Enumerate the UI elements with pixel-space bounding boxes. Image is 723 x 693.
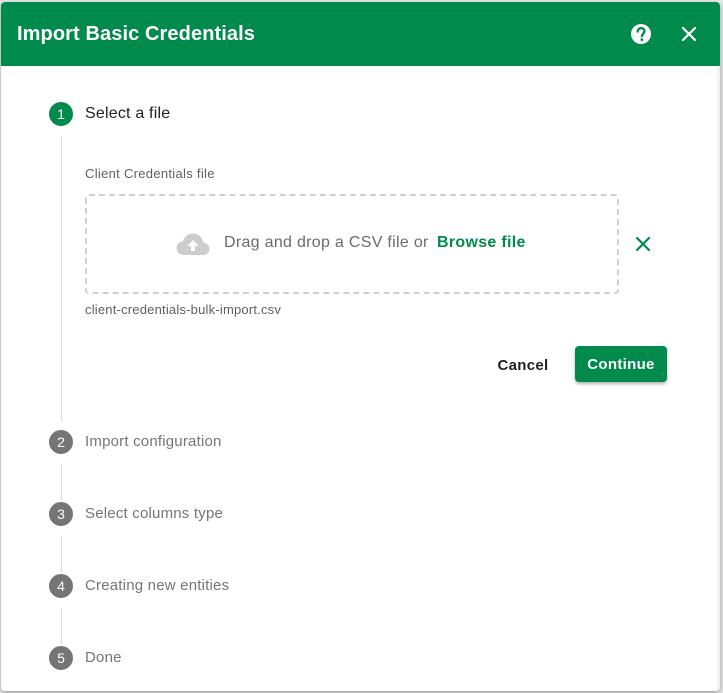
help-circle-icon (631, 24, 651, 44)
step-2-label[interactable]: Import configuration (85, 432, 222, 452)
import-dialog: Import Basic Credentials 1 Select a file… (1, 2, 720, 691)
step-3-number: 3 (49, 502, 73, 526)
dialog-header: Import Basic Credentials (1, 2, 720, 66)
dropzone-text: Drag and drop a CSV file or (224, 234, 429, 251)
dialog-title: Import Basic Credentials (17, 23, 256, 45)
help-button[interactable] (627, 20, 655, 48)
step-5-number: 5 (49, 646, 73, 670)
cloud-upload-icon (176, 233, 210, 255)
clear-icon (635, 236, 651, 252)
step-1-number: 1 (49, 102, 73, 126)
cancel-button[interactable]: Cancel (483, 347, 563, 383)
file-dropzone[interactable]: Drag and drop a CSV file or Browse file (85, 194, 619, 294)
step-4-label[interactable]: Creating new entities (85, 576, 229, 596)
step-connector (61, 536, 62, 572)
scrollbar[interactable] (717, 66, 720, 691)
continue-button[interactable]: Continue (575, 346, 667, 382)
step-2-number: 2 (49, 430, 73, 454)
step-connector (61, 136, 62, 422)
file-field-label: Client Credentials file (85, 166, 215, 181)
close-button[interactable] (675, 20, 703, 48)
step-4-number: 4 (49, 574, 73, 598)
close-icon (681, 26, 697, 42)
step-5-label[interactable]: Done (85, 648, 122, 668)
step-1-label[interactable]: Select a file (85, 104, 170, 124)
step-connector (61, 464, 62, 500)
clear-file-button[interactable] (630, 231, 656, 257)
step-connector (61, 608, 62, 644)
step-3-label[interactable]: Select columns type (85, 504, 223, 524)
browse-file-link[interactable]: Browse file (437, 233, 526, 253)
selected-file-name: client-credentials-bulk-import.csv (85, 302, 282, 317)
